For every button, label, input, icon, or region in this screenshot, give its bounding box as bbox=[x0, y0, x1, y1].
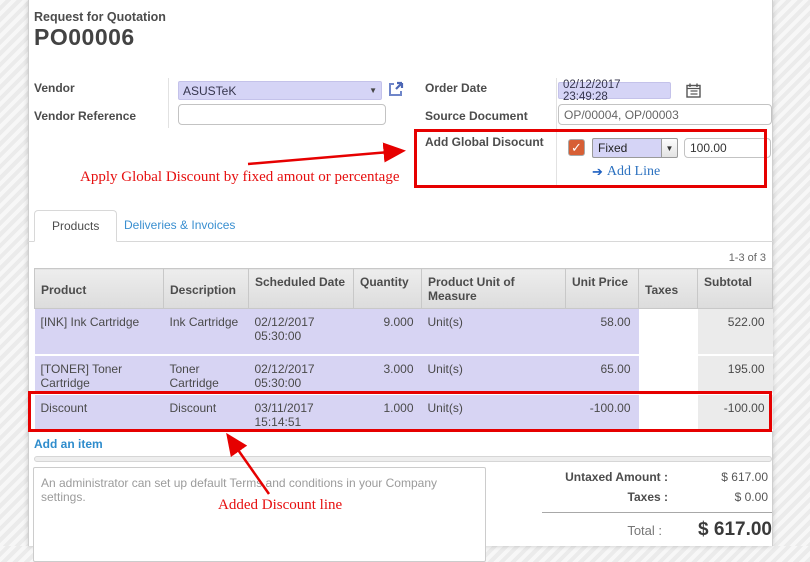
col-uom[interactable]: Product Unit of Measure bbox=[422, 269, 566, 309]
source-document-input[interactable] bbox=[558, 104, 772, 125]
cell-quantity: 1.000 bbox=[354, 394, 422, 430]
calendar-icon[interactable] bbox=[686, 83, 701, 98]
horizontal-scrollbar[interactable] bbox=[34, 456, 772, 462]
chevron-down-icon: ▼ bbox=[661, 138, 678, 158]
untaxed-amount-value: $ 617.00 bbox=[672, 470, 768, 484]
add-an-item-link[interactable]: Add an item bbox=[34, 437, 103, 451]
global-discount-label: Add Global Disocunt bbox=[425, 135, 544, 149]
tab-products[interactable]: Products bbox=[34, 210, 117, 242]
totals-panel: Untaxed Amount : $ 617.00 Taxes : $ 0.00… bbox=[480, 470, 772, 541]
page-title: PO00006 bbox=[34, 24, 135, 51]
pager[interactable]: 1-3 of 3 bbox=[729, 252, 766, 264]
untaxed-amount-label: Untaxed Amount : bbox=[480, 470, 672, 484]
col-quantity[interactable]: Quantity bbox=[354, 269, 422, 309]
taxes-row: Taxes : $ 0.00 bbox=[480, 490, 772, 504]
vendor-select[interactable]: ASUSTeK ▼ bbox=[178, 81, 382, 100]
untaxed-amount-row: Untaxed Amount : $ 617.00 bbox=[480, 470, 772, 484]
cell-unit-price: 65.00 bbox=[566, 355, 639, 394]
tabbar-divider bbox=[28, 241, 773, 242]
order-date-value: 02/12/2017 23:49:28 bbox=[563, 79, 666, 103]
cell-taxes bbox=[639, 309, 698, 355]
table-row[interactable]: [INK] Ink Cartridge Ink Cartridge 02/12/… bbox=[35, 309, 773, 355]
cell-product: [INK] Ink Cartridge bbox=[35, 309, 164, 355]
cell-scheduled-date: 02/12/2017 05:30:00 bbox=[249, 309, 354, 355]
col-product[interactable]: Product bbox=[35, 269, 164, 309]
external-link-icon[interactable] bbox=[387, 81, 404, 98]
global-discount-checkbox[interactable]: ✓ bbox=[568, 139, 585, 156]
cell-quantity: 3.000 bbox=[354, 355, 422, 394]
cell-scheduled-date: 02/12/2017 05:30:00 bbox=[249, 355, 354, 394]
total-value: $ 617.00 bbox=[662, 519, 772, 541]
chevron-down-icon: ▼ bbox=[369, 86, 377, 95]
cell-uom: Unit(s) bbox=[422, 309, 566, 355]
add-line-label: Add Line bbox=[607, 164, 660, 180]
table-row[interactable]: [TONER] Toner Cartridge Toner Cartridge … bbox=[35, 355, 773, 394]
vendor-select-value: ASUSTeK bbox=[183, 84, 236, 98]
totals-divider bbox=[542, 512, 772, 513]
cell-product: [TONER] Toner Cartridge bbox=[35, 355, 164, 394]
col-taxes[interactable]: Taxes bbox=[639, 269, 698, 309]
discount-amount-input[interactable] bbox=[684, 138, 771, 158]
field-group-separator-right bbox=[556, 78, 557, 186]
vendor-label: Vendor bbox=[34, 81, 75, 95]
table-row-discount[interactable]: Discount Discount 03/11/2017 15:14:51 1.… bbox=[35, 394, 773, 430]
cell-uom: Unit(s) bbox=[422, 394, 566, 430]
add-line-link[interactable]: ➔ Add Line bbox=[592, 164, 660, 180]
col-unit-price[interactable]: Unit Price bbox=[566, 269, 639, 309]
cell-subtotal: 195.00 bbox=[698, 355, 773, 394]
order-date-label: Order Date bbox=[425, 81, 487, 95]
terms-notes-field[interactable]: An administrator can set up default Term… bbox=[33, 467, 486, 562]
cell-taxes bbox=[639, 355, 698, 394]
checkmark-icon: ✓ bbox=[571, 140, 582, 156]
cell-taxes bbox=[639, 394, 698, 430]
cell-unit-price: -100.00 bbox=[566, 394, 639, 430]
total-row: Total : $ 617.00 bbox=[480, 519, 772, 541]
total-label: Total : bbox=[480, 523, 662, 538]
cell-uom: Unit(s) bbox=[422, 355, 566, 394]
source-document-label: Source Document bbox=[425, 109, 528, 123]
add-line-arrow-icon: ➔ bbox=[592, 164, 603, 180]
terms-placeholder: An administrator can set up default Term… bbox=[41, 476, 437, 504]
vendor-reference-input[interactable] bbox=[178, 104, 386, 125]
cell-scheduled-date: 03/11/2017 15:14:51 bbox=[249, 394, 354, 430]
order-lines-table: Product Description Scheduled Date Quant… bbox=[34, 268, 773, 431]
cell-quantity: 9.000 bbox=[354, 309, 422, 355]
cell-product: Discount bbox=[35, 394, 164, 430]
cell-description: Ink Cartridge bbox=[164, 309, 249, 355]
col-subtotal[interactable]: Subtotal bbox=[698, 269, 773, 309]
order-date-field[interactable]: 02/12/2017 23:49:28 bbox=[558, 82, 671, 99]
field-group-separator-left bbox=[168, 78, 169, 128]
cell-subtotal: 522.00 bbox=[698, 309, 773, 355]
tab-deliveries-invoices[interactable]: Deliveries & Invoices bbox=[124, 218, 235, 232]
cell-unit-price: 58.00 bbox=[566, 309, 639, 355]
cell-description: Discount bbox=[164, 394, 249, 430]
discount-type-select[interactable]: Fixed ▼ bbox=[592, 138, 678, 158]
discount-type-value: Fixed bbox=[592, 138, 661, 158]
cell-description: Toner Cartridge bbox=[164, 355, 249, 394]
col-scheduled-date[interactable]: Scheduled Date bbox=[249, 269, 354, 309]
taxes-value: $ 0.00 bbox=[672, 490, 768, 504]
vendor-reference-label: Vendor Reference bbox=[34, 109, 136, 123]
doc-type-label: Request for Quotation bbox=[34, 10, 166, 24]
table-header-row: Product Description Scheduled Date Quant… bbox=[35, 269, 773, 309]
cell-subtotal: -100.00 bbox=[698, 394, 773, 430]
col-description[interactable]: Description bbox=[164, 269, 249, 309]
taxes-label: Taxes : bbox=[480, 490, 672, 504]
